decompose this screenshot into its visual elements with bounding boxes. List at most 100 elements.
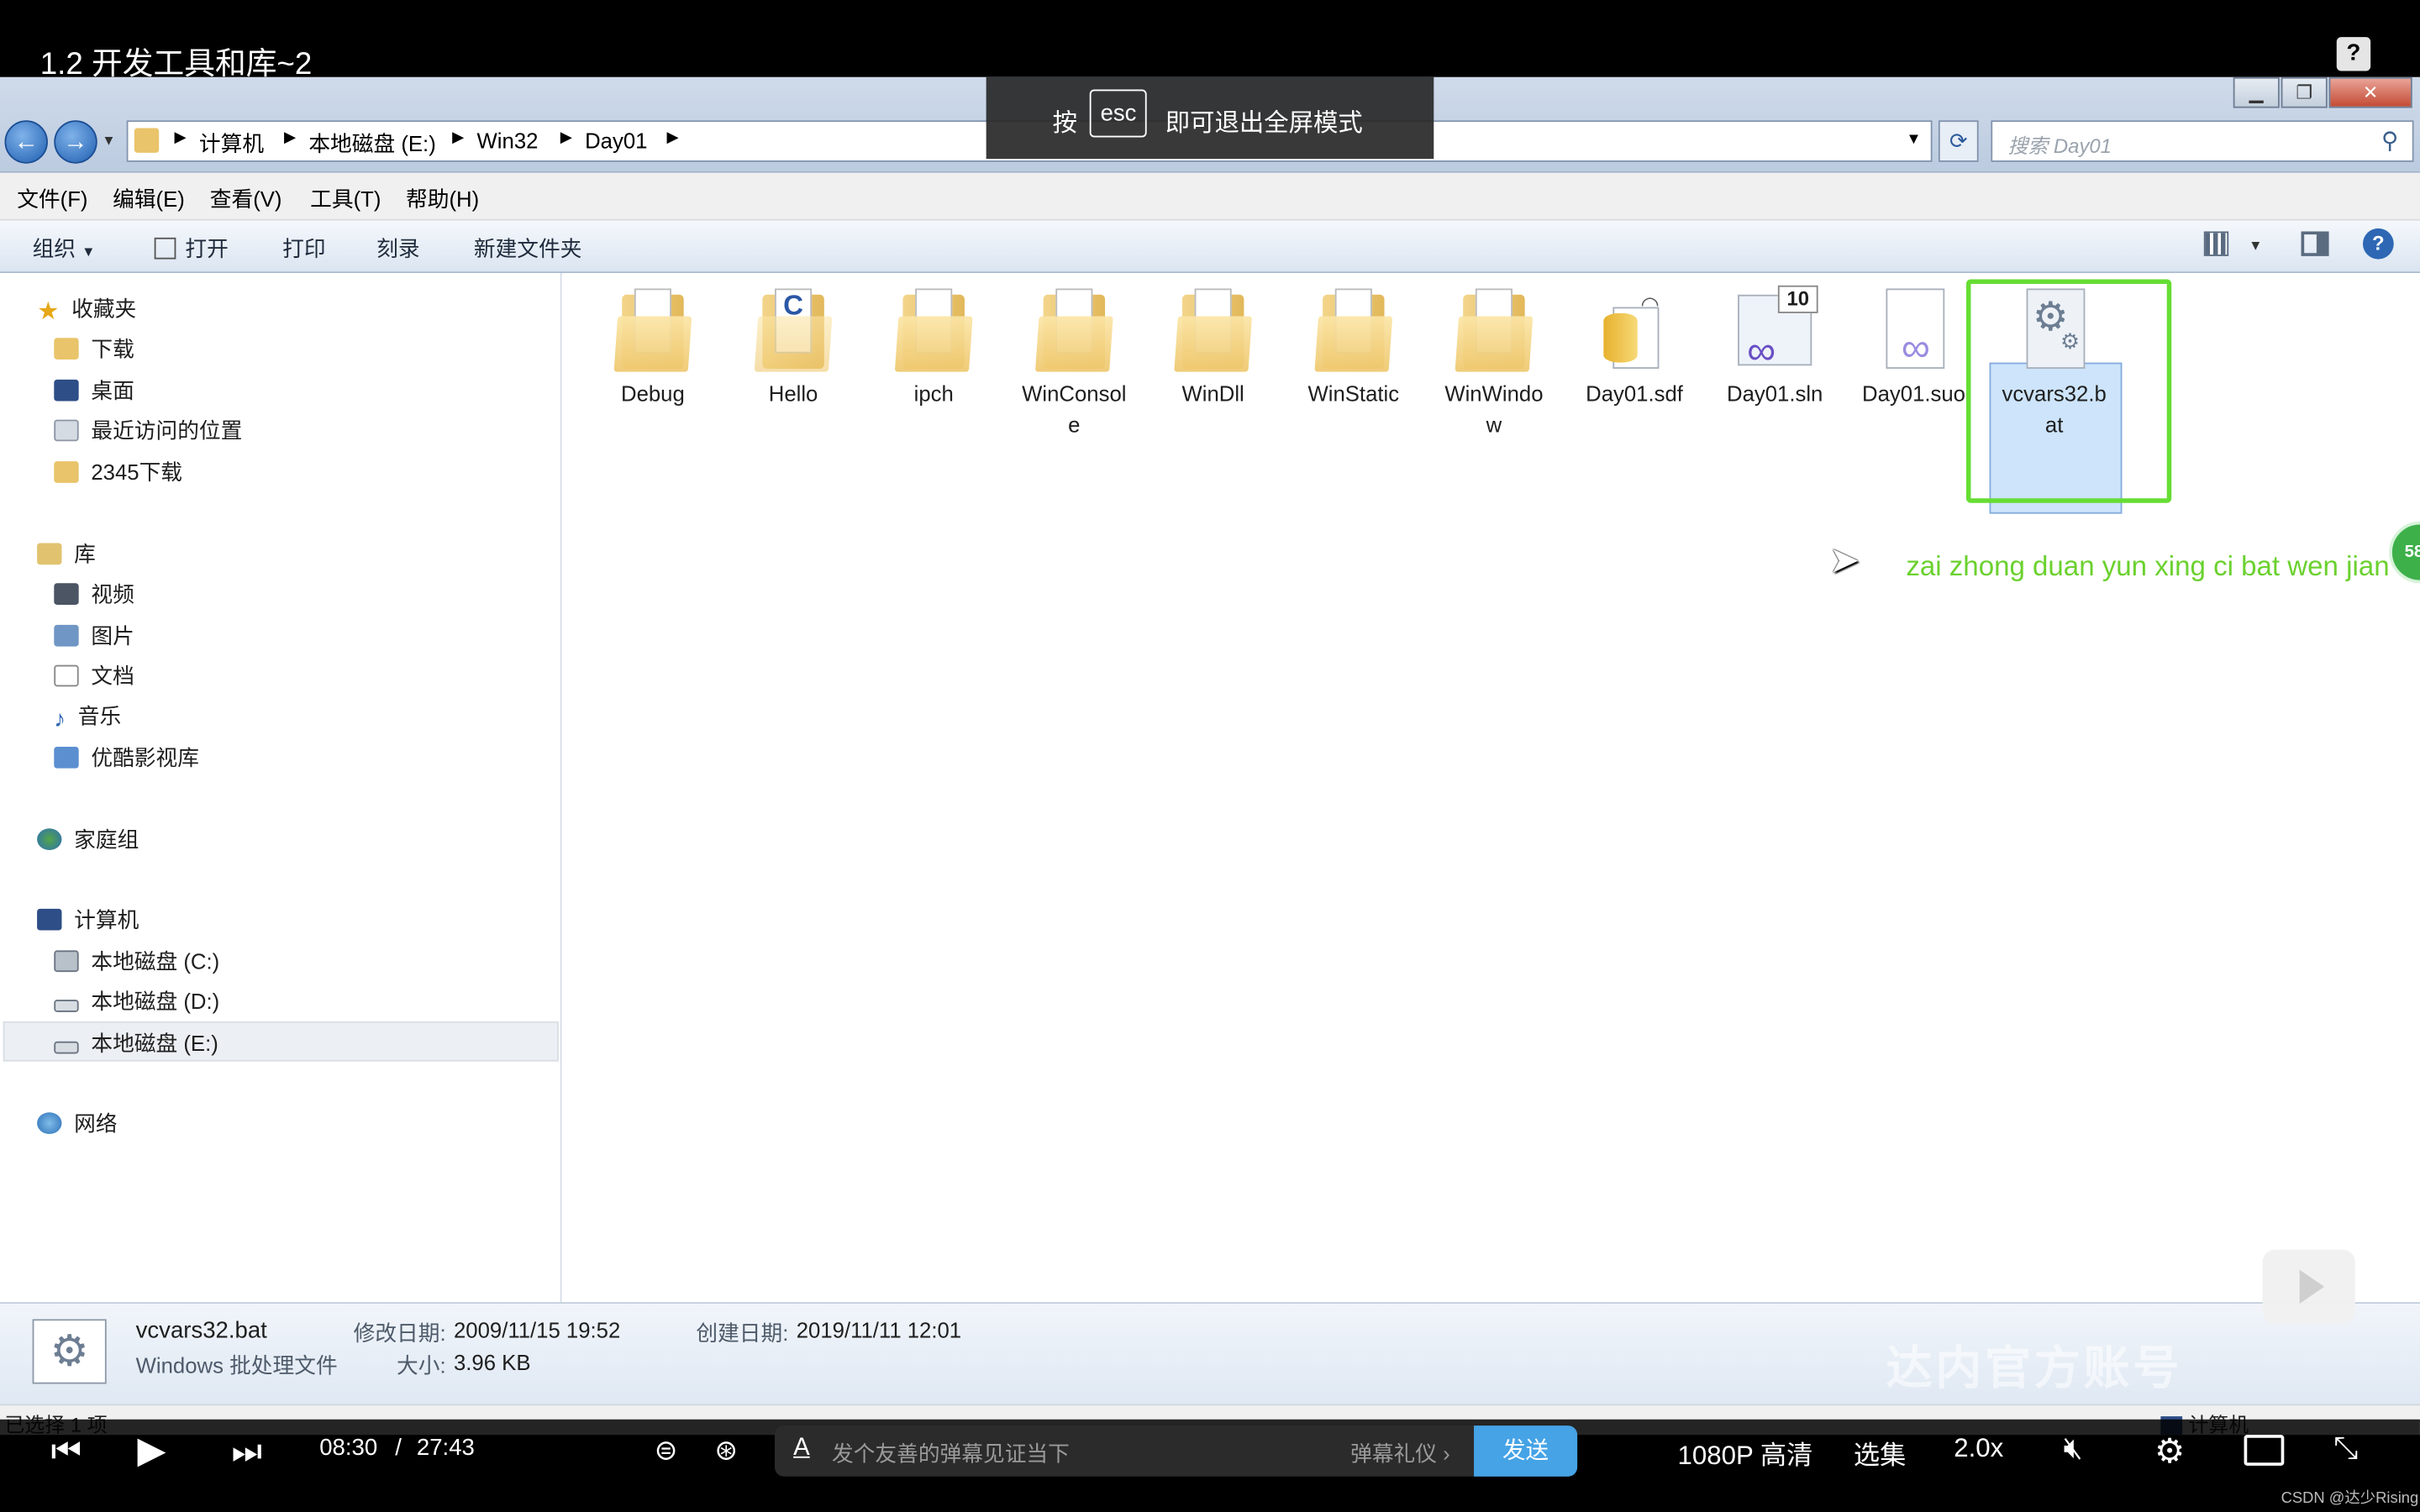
- danmaku-placeholder: 发个友善的弹幕见证当下: [831, 1441, 1070, 1466]
- episodes-button[interactable]: 选集: [1854, 1433, 1906, 1472]
- speed-selector[interactable]: 2.0x: [1954, 1433, 2003, 1464]
- time-current: 08:30: [319, 1435, 378, 1462]
- search-placeholder: 搜索 Day01: [2007, 134, 2112, 158]
- file-name: Hello: [768, 381, 818, 407]
- file-item-hello[interactable]: C Hello: [723, 286, 862, 409]
- sidebar-item-documents[interactable]: 文档: [54, 657, 134, 694]
- sidebar-item-youku-library[interactable]: 优酷影视库: [54, 739, 199, 776]
- menu-tools[interactable]: 工具(T): [310, 184, 381, 215]
- close-button[interactable]: ✕: [2328, 76, 2412, 108]
- menu-edit[interactable]: 编辑(E): [113, 184, 185, 215]
- print-button[interactable]: 打印: [282, 233, 325, 264]
- player-controls: ⏮ ▶ ⏭ 08:30 / 27:43 ⊜ ⊛ A 发个友善的弹幕见证当下 弹幕…: [0, 1419, 2420, 1482]
- etiquette-label: 弹幕礼仪: [1350, 1441, 1437, 1466]
- search-icon[interactable]: ⚲: [2381, 127, 2398, 154]
- visual-studio-options-icon: ∞: [1874, 286, 1954, 372]
- text-style-icon[interactable]: A: [793, 1435, 810, 1462]
- drive-icon: [54, 1041, 79, 1054]
- file-item-day01-suo[interactable]: ∞ Day01.suo: [1844, 286, 1983, 409]
- refresh-icon[interactable]: ⟳: [1938, 120, 1979, 162]
- sidebar-item-music[interactable]: ♪ 音乐: [54, 697, 121, 734]
- breadcrumb-computer[interactable]: 计算机: [199, 128, 264, 159]
- menu-view[interactable]: 查看(V): [210, 184, 282, 215]
- previous-icon[interactable]: ⏮: [51, 1431, 82, 1472]
- file-item-winconsole[interactable]: WinConsol e: [1005, 286, 1144, 440]
- breadcrumb-win32[interactable]: Win32: [477, 128, 539, 152]
- visual-studio-solution-icon: 10 ∞: [1734, 285, 1818, 372]
- tv-play-icon[interactable]: [2262, 1249, 2355, 1324]
- address-dropdown-icon[interactable]: ▼: [1906, 131, 1921, 148]
- sidebar-item-drive-e[interactable]: 本地磁盘 (E:): [54, 1025, 218, 1062]
- sidebar-computer[interactable]: 计算机: [37, 901, 139, 938]
- view-dropdown-icon[interactable]: ▼: [2249, 238, 2262, 253]
- settings-gear-icon[interactable]: ⚙: [2154, 1431, 2185, 1472]
- file-item-day01-sdf[interactable]: ◠ Day01.sdf: [1565, 286, 1703, 409]
- folder-icon: [1173, 286, 1254, 372]
- help-icon[interactable]: ?: [2336, 37, 2371, 71]
- file-item-winwindow[interactable]: WinWindo w: [1424, 286, 1563, 440]
- file-name-line: e: [1068, 412, 1081, 437]
- menu-help[interactable]: 帮助(H): [406, 184, 479, 215]
- time-separator: /: [395, 1435, 402, 1462]
- breadcrumb-day01[interactable]: Day01: [585, 128, 647, 152]
- navigation-pane: ★ 收藏夹 下载 桌面 最近访问的位置 2345下载 库 视频 图片 文档 ♪ 音乐…: [0, 273, 562, 1303]
- sidebar-item-drive-d[interactable]: 本地磁盘 (D:): [54, 983, 219, 1020]
- sidebar-item-downloads[interactable]: 下载: [54, 330, 134, 367]
- recent-pages-icon[interactable]: ▼: [102, 133, 115, 148]
- library-icon: [37, 543, 62, 565]
- new-folder-button[interactable]: 新建文件夹: [474, 233, 582, 264]
- library-folder-icon: [54, 746, 79, 769]
- picture-in-picture-icon[interactable]: [2244, 1435, 2285, 1466]
- file-item-day01-sln[interactable]: 10 ∞ Day01.sln: [1706, 285, 1844, 409]
- burn-button[interactable]: 刻录: [376, 233, 419, 264]
- menu-file[interactable]: 文件(F): [17, 184, 87, 215]
- help-circle-icon[interactable]: ?: [2362, 228, 2394, 260]
- sidebar-item-recent-places[interactable]: 最近访问的位置: [54, 412, 242, 449]
- sidebar-homegroup[interactable]: 家庭组: [37, 821, 139, 858]
- organize-button[interactable]: 组织 ▼: [33, 233, 96, 264]
- forward-icon[interactable]: →: [54, 120, 97, 164]
- breadcrumb-drive-e[interactable]: 本地磁盘 (E:): [308, 128, 435, 159]
- sidebar-item-drive-c[interactable]: 本地磁盘 (C:): [54, 942, 219, 979]
- back-icon[interactable]: ←: [4, 120, 48, 164]
- next-icon[interactable]: ⏭: [232, 1431, 262, 1472]
- sidebar-item-desktop[interactable]: 桌面: [54, 372, 134, 409]
- hint-prefix: 按: [1052, 111, 1078, 138]
- maximize-button[interactable]: ❐: [2281, 76, 2328, 108]
- menu-bar: 文件(F) 编辑(E) 查看(V) 工具(T) 帮助(H): [0, 172, 2420, 221]
- open-button[interactable]: 打开: [154, 233, 229, 264]
- danmaku-etiquette-link[interactable]: 弹幕礼仪 ›: [1350, 1438, 1450, 1469]
- sidebar-favorites[interactable]: ★ 收藏夹: [37, 290, 136, 327]
- file-item-winstatic[interactable]: WinStatic: [1284, 286, 1423, 409]
- danmaku-input[interactable]: A 发个友善的弹幕见证当下 弹幕礼仪 ›: [775, 1425, 1578, 1477]
- play-icon[interactable]: ▶: [137, 1429, 166, 1473]
- sidebar-network[interactable]: 网络: [37, 1105, 118, 1142]
- sidebar-item-label: 优酷影视库: [91, 745, 199, 770]
- sidebar-item-pictures[interactable]: 图片: [54, 617, 134, 654]
- minimize-button[interactable]: ▁: [2233, 76, 2280, 108]
- details-modified-label: 修改日期:: [353, 1320, 446, 1346]
- sidebar-item-2345-downloads[interactable]: 2345下载: [54, 454, 182, 491]
- details-modified-value: 2009/11/15 19:52: [453, 1317, 621, 1342]
- details-filetype: Windows 批处理文件: [135, 1352, 338, 1378]
- sidebar-item-videos[interactable]: 视频: [54, 575, 134, 612]
- view-options-icon[interactable]: [2203, 231, 2229, 256]
- quality-selector[interactable]: 1080P 高清: [1677, 1433, 1812, 1472]
- network-icon: [37, 1112, 62, 1134]
- file-item-ipch[interactable]: ipch: [865, 286, 1003, 409]
- file-item-windll[interactable]: WinDll: [1144, 286, 1282, 409]
- sidebar-library[interactable]: 库: [37, 535, 96, 572]
- folder-icon: [613, 286, 693, 372]
- batch-file-gear-icon: ⚙: [32, 1319, 107, 1384]
- danmaku-settings-icon[interactable]: ⊛: [714, 1435, 738, 1467]
- chevron-right-icon: ▶: [560, 129, 572, 147]
- search-input[interactable]: 搜索 Day01 ⚲: [1991, 120, 2414, 162]
- exit-fullscreen-icon[interactable]: ⤡: [2333, 1431, 2358, 1467]
- mouse-cursor-icon: ➤: [1828, 539, 1860, 582]
- document-icon: [54, 664, 79, 687]
- send-button[interactable]: 发送: [1474, 1425, 1578, 1477]
- preview-pane-icon[interactable]: [2301, 231, 2329, 256]
- danmaku-toggle-icon[interactable]: ⊜: [655, 1435, 678, 1467]
- mute-icon[interactable]: 🔇︎: [2064, 1431, 2083, 1467]
- file-item-debug[interactable]: Debug: [583, 286, 722, 409]
